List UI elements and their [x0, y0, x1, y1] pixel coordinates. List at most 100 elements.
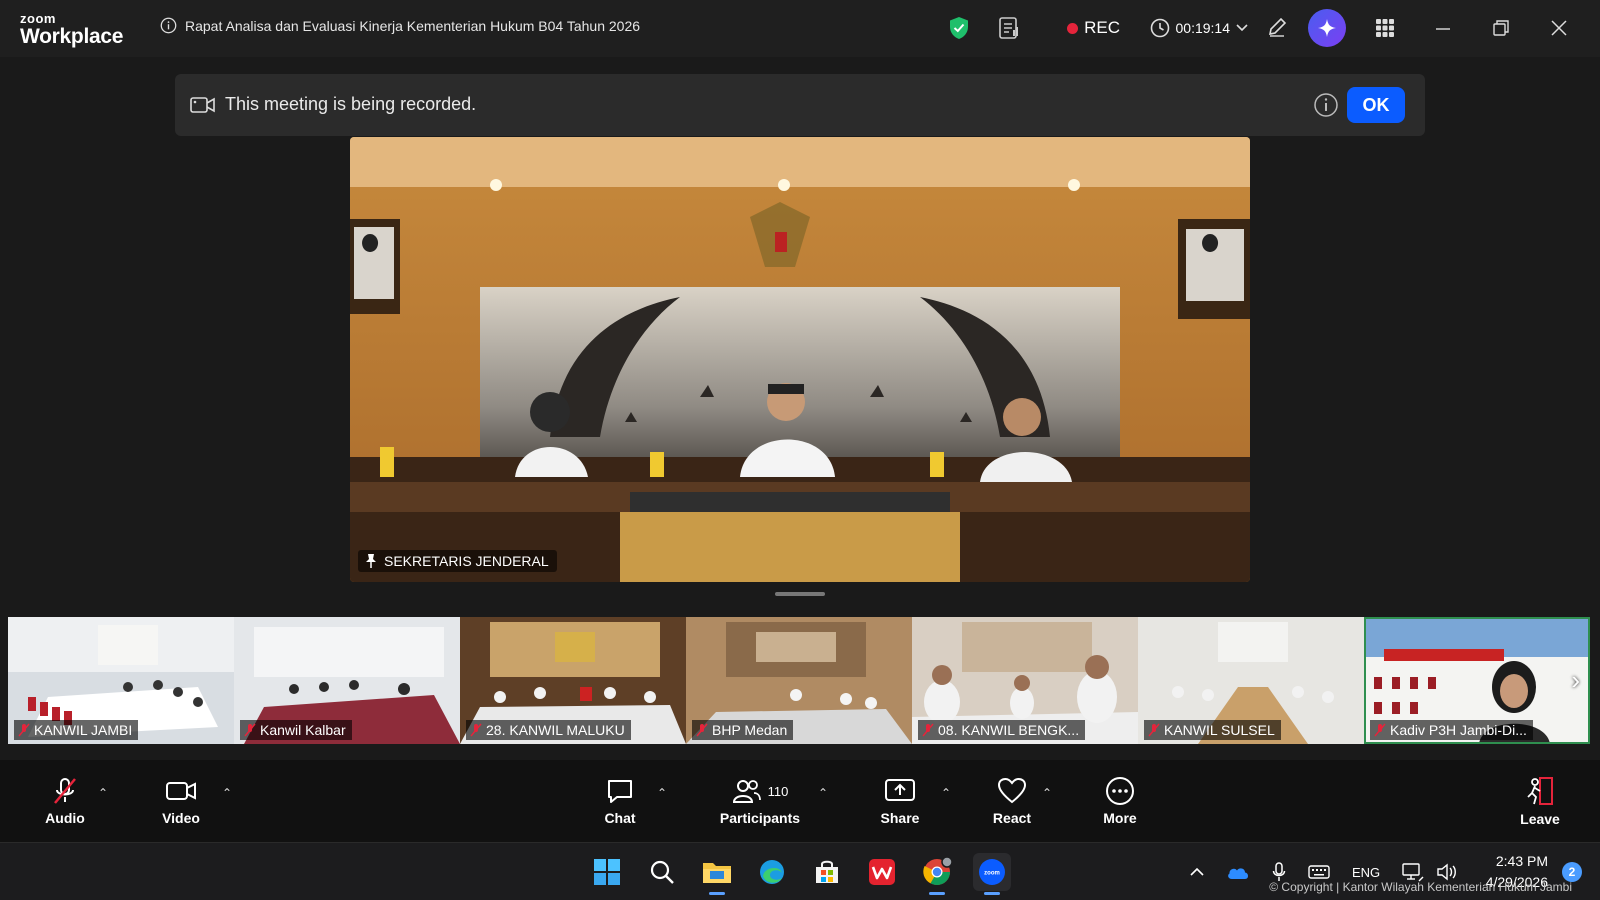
restore-icon[interactable] [1492, 19, 1510, 37]
chat-options-caret-icon[interactable]: ⌃ [657, 786, 667, 800]
main-speaker-video[interactable]: SEKRETARIS JENDERAL [350, 137, 1250, 582]
participant-name-tag: 08. KANWIL BENGK... [918, 720, 1086, 740]
network-icon[interactable] [1402, 862, 1424, 882]
meeting-title: Rapat Analisa dan Evaluasi Kinerja Kemen… [185, 17, 641, 34]
participant-name-tag: Kadiv P3H Jambi-Di... [1370, 720, 1533, 740]
speaker-name-tag: SEKRETARIS JENDERAL [358, 550, 557, 572]
more-dots-icon [1106, 777, 1134, 805]
conference-room-image [350, 137, 1250, 582]
audio-options-caret-icon[interactable]: ⌃ [98, 786, 108, 800]
participant-tile[interactable]: Kanwil Kalbar [234, 617, 460, 744]
more-button[interactable]: More [1098, 760, 1142, 842]
participant-name-tag: Kanwil Kalbar [240, 720, 352, 740]
ai-companion-button[interactable] [1308, 9, 1346, 47]
participants-options-caret-icon[interactable]: ⌃ [818, 786, 828, 800]
search-icon[interactable] [643, 853, 681, 891]
more-label: More [1103, 810, 1137, 826]
tray-chevron-up-icon[interactable] [1190, 867, 1204, 877]
video-button[interactable]: Video [156, 760, 206, 842]
mic-muted-icon [922, 723, 934, 737]
gallery-resize-handle[interactable] [775, 592, 825, 596]
chat-label: Chat [604, 810, 636, 826]
participant-name: BHP Medan [712, 722, 788, 738]
banner-info-icon[interactable] [1313, 92, 1339, 118]
meeting-timer[interactable]: 00:19:14 [1150, 18, 1249, 38]
minimize-icon[interactable] [1434, 19, 1452, 37]
participant-tile[interactable]: KANWIL SULSEL [1138, 617, 1364, 744]
microsoft-store-icon[interactable] [808, 853, 846, 891]
share-options-caret-icon[interactable]: ⌃ [941, 786, 951, 800]
next-page-arrow-icon[interactable]: › [1571, 665, 1580, 696]
banner-message: This meeting is being recorded. [225, 94, 477, 114]
notification-badge[interactable]: 2 [1562, 862, 1582, 882]
file-explorer-icon[interactable] [698, 853, 736, 895]
participant-thumbnails: KANWIL JAMBI Kanwil Kalbar 28. KANWIL MA… [8, 617, 1592, 744]
video-camera-icon [190, 95, 216, 115]
participant-tile[interactable]: 28. KANWIL MALUKU [460, 617, 686, 744]
pin-icon[interactable] [364, 553, 378, 569]
participant-tile[interactable]: KANWIL JAMBI [8, 617, 234, 744]
leave-exit-icon [1527, 777, 1553, 805]
chat-bubble-icon [608, 780, 632, 803]
mic-muted-icon [1148, 723, 1160, 737]
transcript-icon[interactable] [998, 16, 1020, 40]
participant-name: KANWIL JAMBI [34, 722, 133, 738]
recording-banner: This meeting is being recorded. OK [175, 74, 1425, 136]
chrome-browser-icon[interactable] [918, 853, 956, 895]
chat-button[interactable]: Chat [598, 760, 642, 842]
participant-name-tag: 28. KANWIL MALUKU [466, 720, 631, 740]
mic-muted-icon [244, 723, 256, 737]
video-label: Video [162, 810, 200, 826]
leave-label: Leave [1520, 811, 1560, 827]
shield-icon[interactable] [948, 16, 970, 40]
wps-office-icon[interactable] [863, 853, 901, 891]
close-icon[interactable] [1550, 19, 1568, 37]
participant-name-tag: KANWIL SULSEL [1144, 720, 1281, 740]
participant-tile[interactable]: Kadiv P3H Jambi-Di... › [1364, 617, 1590, 744]
audio-label: Audio [45, 810, 85, 826]
audio-button[interactable]: Audio [42, 760, 88, 842]
zoom-meeting-window: zoom Workplace Rapat Analisa dan Evaluas… [0, 0, 1600, 900]
sparkle-icon [1318, 19, 1336, 37]
title-bar: zoom Workplace Rapat Analisa dan Evaluas… [0, 0, 1600, 57]
volume-icon[interactable] [1436, 863, 1458, 881]
meeting-info[interactable]: Rapat Analisa dan Evaluasi Kinerja Kemen… [160, 17, 640, 34]
participant-name: 28. KANWIL MALUKU [486, 722, 625, 738]
video-options-caret-icon[interactable]: ⌃ [222, 786, 232, 800]
react-button[interactable]: React [990, 760, 1034, 842]
participant-name-tag: KANWIL JAMBI [14, 720, 139, 740]
participant-tile[interactable]: BHP Medan [686, 617, 912, 744]
recording-indicator[interactable]: REC [1067, 18, 1120, 38]
zoom-app-icon[interactable]: zoom [973, 853, 1011, 895]
edge-browser-icon[interactable] [753, 853, 791, 891]
participants-button[interactable]: 110 Participants [715, 760, 805, 842]
logo-line1: zoom [20, 11, 56, 26]
ok-button[interactable]: OK [1347, 87, 1405, 123]
windows-start-icon[interactable] [588, 853, 626, 891]
zoom-workplace-logo: zoom Workplace [20, 12, 123, 47]
heart-icon [997, 777, 1027, 804]
share-button[interactable]: Share [878, 760, 922, 842]
input-language[interactable]: ENG [1352, 865, 1380, 880]
participant-name: Kadiv P3H Jambi-Di... [1390, 722, 1527, 738]
leave-button[interactable]: Leave [1518, 760, 1562, 842]
svg-text:zoom: zoom [984, 871, 1000, 877]
participants-count: 110 [767, 783, 789, 799]
chevron-down-icon[interactable] [1236, 24, 1248, 32]
onedrive-cloud-icon[interactable] [1226, 864, 1250, 880]
participant-name: 08. KANWIL BENGK... [938, 722, 1080, 738]
meeting-controls: Audio ⌃ Video ⌃ Chat ⌃ 110 Participants … [0, 760, 1600, 842]
microphone-tray-icon[interactable] [1272, 862, 1286, 882]
video-camera-icon [166, 782, 196, 800]
apps-grid-icon[interactable] [1375, 18, 1395, 38]
participant-name: Kanwil Kalbar [260, 722, 346, 738]
keyboard-icon[interactable] [1308, 864, 1330, 880]
annotate-pencil-icon[interactable] [1266, 16, 1288, 38]
participant-name: KANWIL SULSEL [1164, 722, 1275, 738]
info-icon[interactable] [160, 17, 177, 34]
participant-tile[interactable]: 08. KANWIL BENGK... [912, 617, 1138, 744]
mic-muted-icon [470, 723, 482, 737]
react-options-caret-icon[interactable]: ⌃ [1042, 786, 1052, 800]
timer-value: 00:19:14 [1175, 20, 1231, 36]
react-label: React [992, 810, 1032, 826]
